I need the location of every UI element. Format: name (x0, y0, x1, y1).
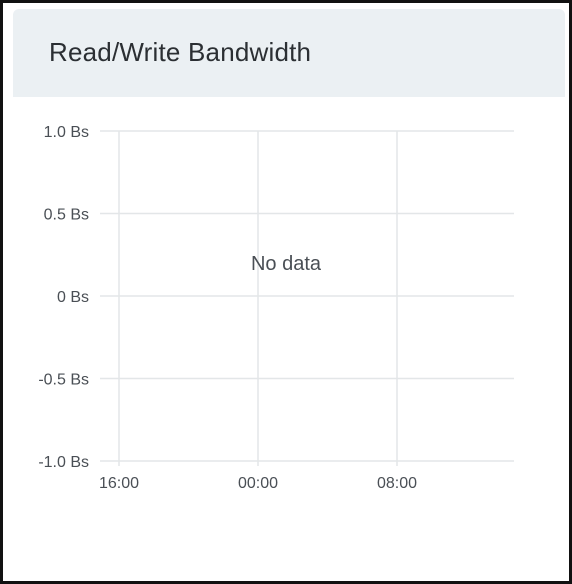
x-tick-label: 08:00 (377, 475, 417, 492)
y-tick-label: 0.5 Bs (44, 207, 89, 224)
x-gridlines (118, 131, 398, 466)
y-tick-label: -1.0 Bs (38, 454, 89, 471)
y-tick-label: 0 Bs (57, 289, 89, 306)
x-tick-label: 16:00 (99, 475, 139, 492)
x-axis-ticks: 16:00 00:00 08:00 (99, 475, 417, 492)
y-tick-label: 1.0 Bs (44, 124, 89, 141)
y-gridlines (100, 130, 514, 462)
x-tick-label: 00:00 (238, 475, 278, 492)
y-axis-ticks: 1.0 Bs 0.5 Bs 0 Bs -0.5 Bs -1.0 Bs (38, 124, 89, 471)
y-tick-label: -0.5 Bs (38, 372, 89, 389)
bandwidth-chart: 1.0 Bs 0.5 Bs 0 Bs -0.5 Bs -1.0 Bs 16:00 00:0… (38, 124, 514, 492)
no-data-message: No data (251, 253, 322, 275)
